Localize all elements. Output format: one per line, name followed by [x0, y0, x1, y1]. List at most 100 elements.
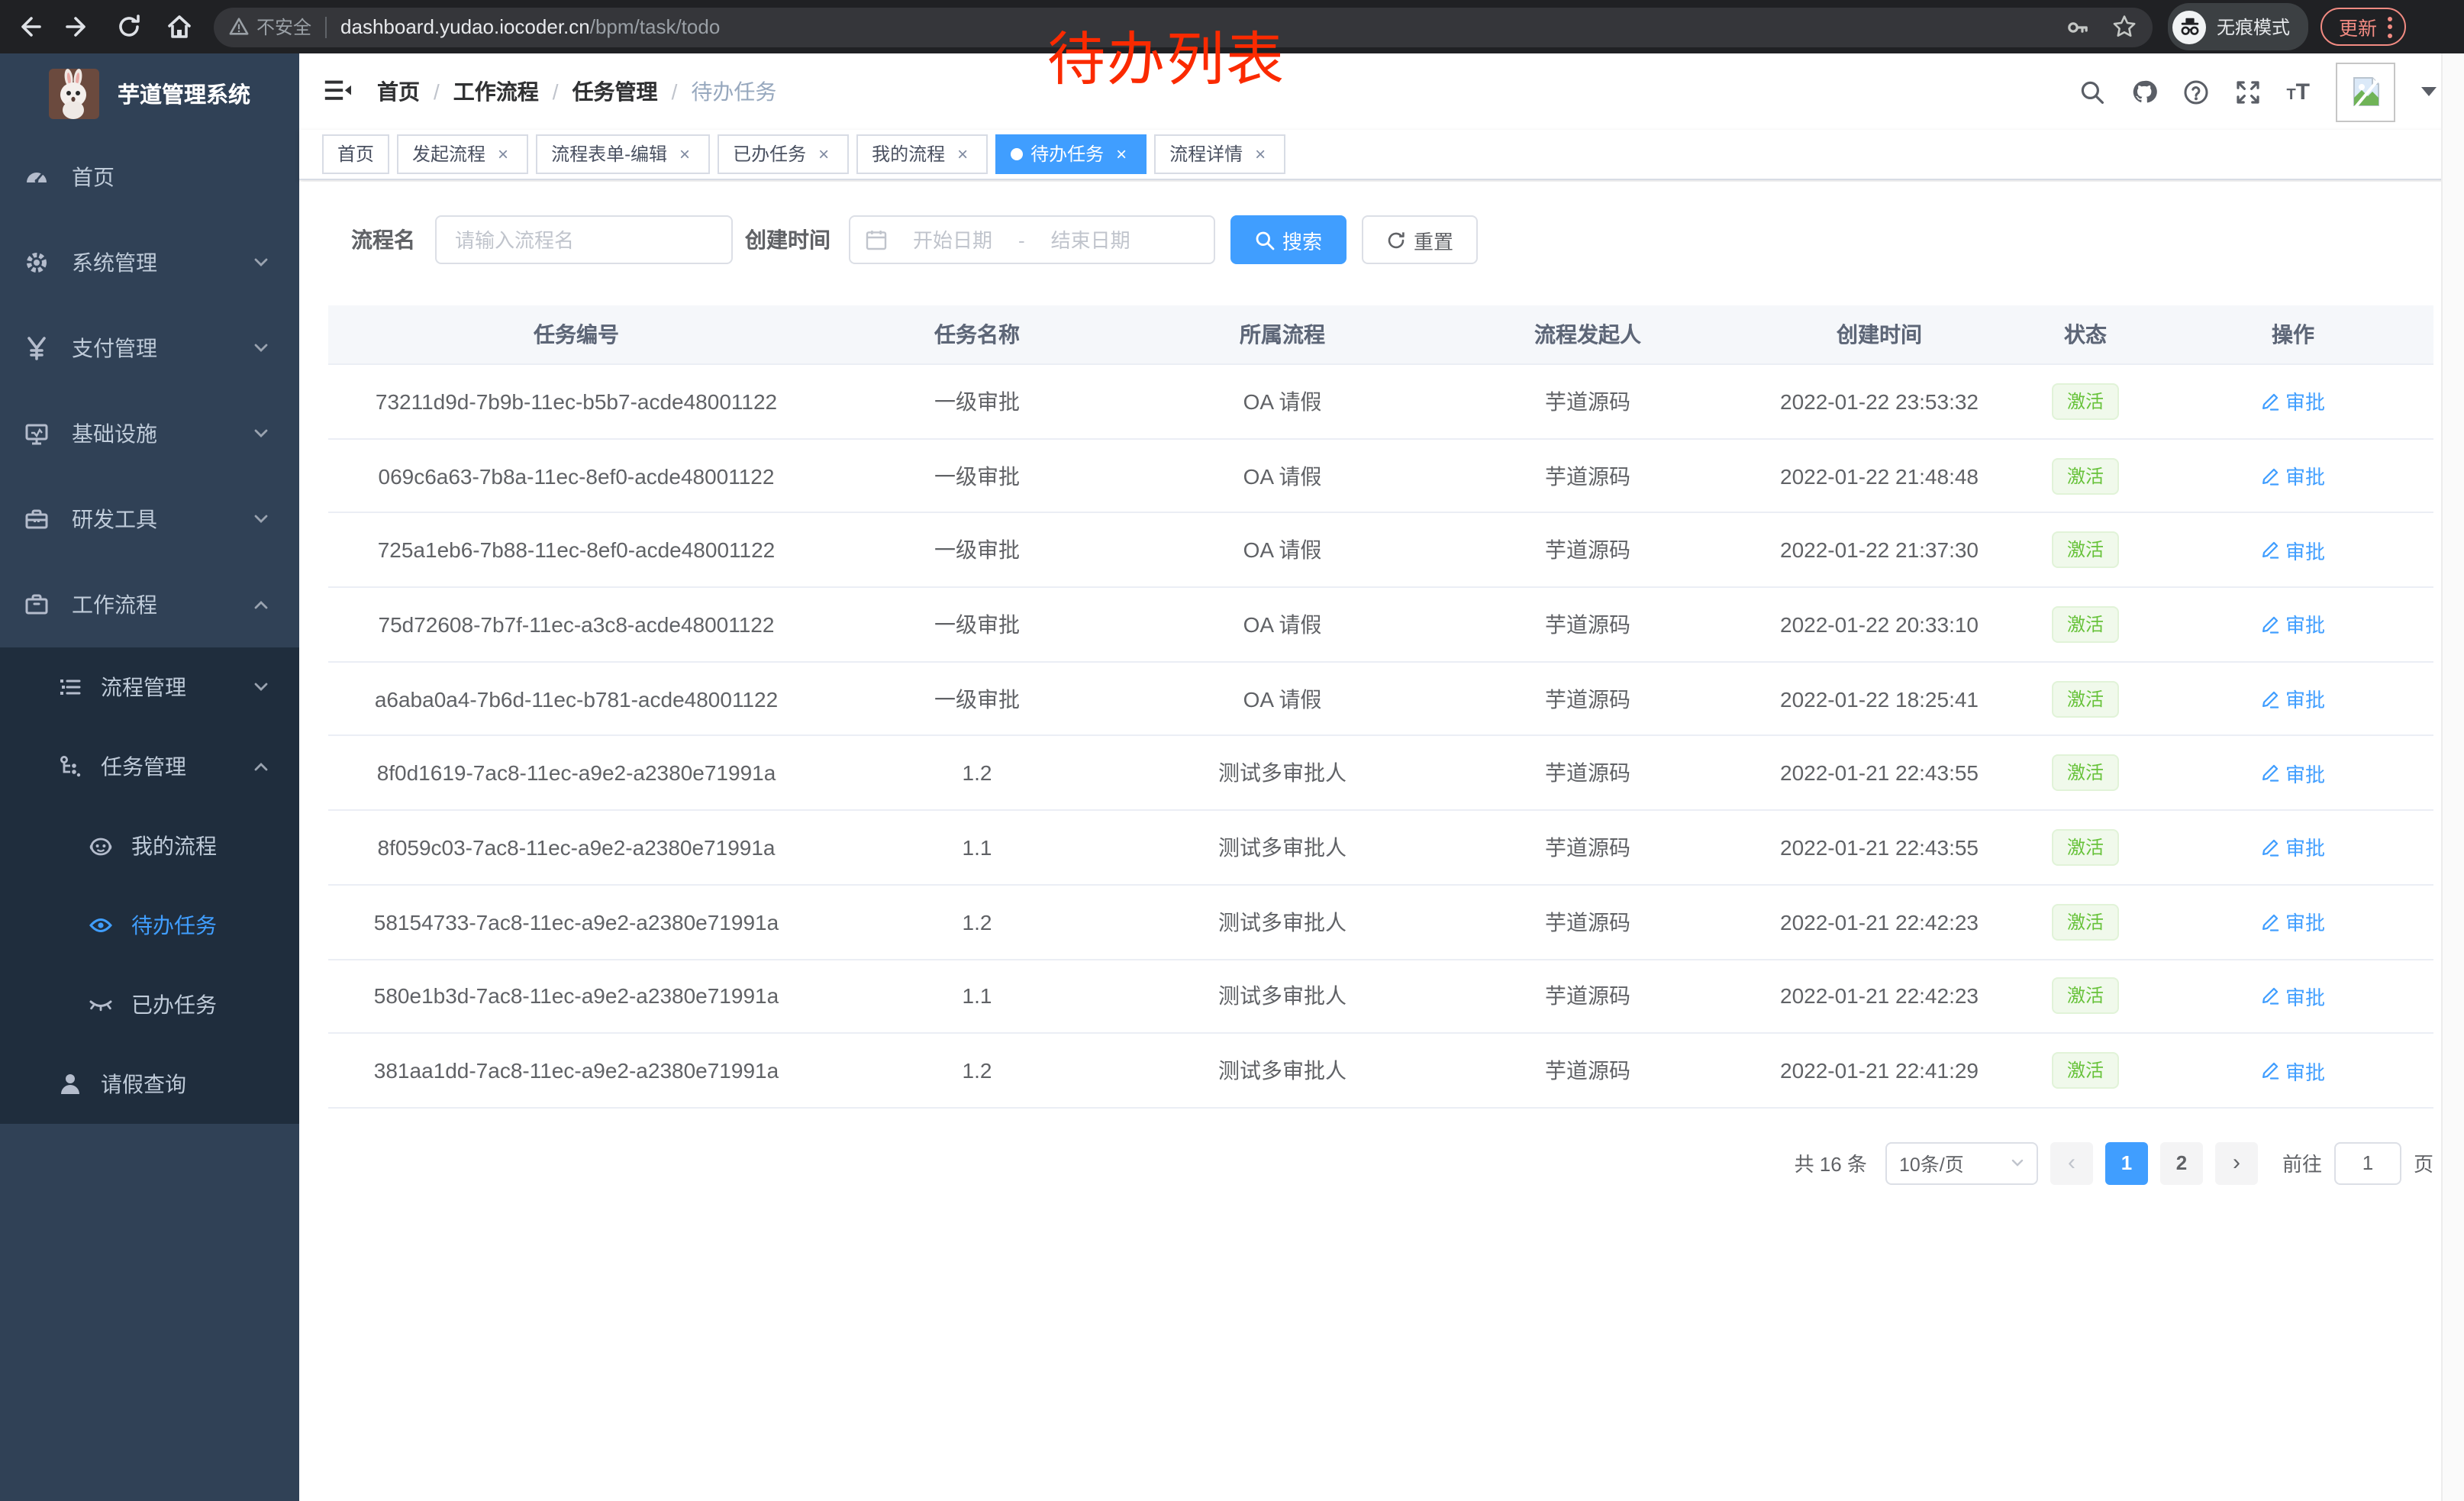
- sidebar-item-label: 我的流程: [131, 831, 217, 861]
- sidebar-item-workflow[interactable]: 工作流程: [0, 562, 299, 647]
- fullscreen-icon[interactable]: [2234, 79, 2260, 105]
- avatar[interactable]: [2336, 62, 2395, 121]
- approve-link[interactable]: 审批: [2261, 684, 2325, 713]
- search-button-label: 搜索: [1282, 225, 1322, 254]
- sidebar-item-payment[interactable]: 支付管理: [0, 305, 299, 391]
- tab-done-tasks[interactable]: 已办任务×: [718, 134, 849, 174]
- breadcrumb-task-management[interactable]: 任务管理: [572, 76, 658, 107]
- approve-link[interactable]: 审批: [2261, 1056, 2325, 1085]
- sidebar-item-todo-tasks[interactable]: 待办任务: [0, 886, 299, 965]
- sidebar-item-system[interactable]: 系统管理: [0, 220, 299, 305]
- approve-link[interactable]: 审批: [2261, 610, 2325, 639]
- sidebar-item-dev-tools[interactable]: 研发工具: [0, 476, 299, 562]
- github-icon[interactable]: [2130, 79, 2156, 105]
- close-icon[interactable]: ×: [814, 144, 834, 164]
- page-button-2[interactable]: 2: [2160, 1142, 2203, 1185]
- edit-icon: [2261, 689, 2279, 708]
- chevron-up-icon: [253, 759, 269, 774]
- close-icon[interactable]: ×: [493, 144, 513, 164]
- search-icon[interactable]: [2079, 79, 2104, 105]
- bookmark-star-icon[interactable]: [2111, 14, 2137, 40]
- reload-icon[interactable]: [116, 14, 142, 40]
- approve-link[interactable]: 审批: [2261, 759, 2325, 788]
- cell-initiator: 芋道源码: [1435, 386, 1740, 417]
- sidebar-item-leave-query[interactable]: 请假查询: [0, 1044, 299, 1124]
- chevron-down-icon: [253, 426, 269, 441]
- cell-process: 测试多审批人: [1130, 758, 1435, 789]
- cell-initiator: 芋道源码: [1435, 534, 1740, 565]
- sidebar-item-my-process[interactable]: 我的流程: [0, 806, 299, 886]
- tab-my-process[interactable]: 我的流程×: [856, 134, 988, 174]
- reset-button[interactable]: 重置: [1362, 215, 1478, 264]
- cell-actions: 审批: [2153, 1056, 2433, 1085]
- cell-created-time: 2022-01-22 20:33:10: [1740, 612, 2018, 637]
- cell-task-id: 381aa1dd-7ac8-11ec-a9e2-a2380e71991a: [328, 1058, 824, 1083]
- sidebar-item-process-management[interactable]: 流程管理: [0, 647, 299, 727]
- back-icon[interactable]: [15, 14, 41, 40]
- app-logo-row[interactable]: 芋道管理系统: [0, 53, 299, 134]
- help-icon[interactable]: [2182, 79, 2208, 105]
- cell-actions: 审批: [2153, 759, 2433, 788]
- close-icon[interactable]: ×: [1250, 144, 1270, 164]
- close-icon[interactable]: ×: [1111, 144, 1131, 164]
- search-icon: [1255, 230, 1275, 250]
- key-icon[interactable]: [2066, 15, 2090, 39]
- cell-actions: 审批: [2153, 535, 2433, 564]
- approve-link[interactable]: 审批: [2261, 461, 2325, 490]
- app-logo: [49, 69, 99, 119]
- tab-todo-tasks[interactable]: 待办任务 ×: [995, 134, 1147, 174]
- next-page-button[interactable]: ›: [2215, 1142, 2258, 1185]
- close-icon[interactable]: ×: [675, 144, 695, 164]
- cell-initiator: 芋道源码: [1435, 609, 1740, 640]
- search-button[interactable]: 搜索: [1230, 215, 1346, 264]
- sidebar-item-infrastructure[interactable]: 基础设施: [0, 391, 299, 476]
- not-secure-badge[interactable]: 不安全: [229, 14, 311, 40]
- approve-link[interactable]: 审批: [2261, 982, 2325, 1011]
- process-name-input[interactable]: [435, 215, 733, 264]
- approve-link[interactable]: 审批: [2261, 907, 2325, 936]
- tab-start-process[interactable]: 发起流程×: [397, 134, 528, 174]
- cell-actions: 审批: [2153, 684, 2433, 713]
- close-icon[interactable]: ×: [953, 144, 972, 164]
- page-size-select[interactable]: 10条/页: [1885, 1142, 2038, 1185]
- home-icon[interactable]: [166, 14, 192, 40]
- approve-link[interactable]: 审批: [2261, 387, 2325, 416]
- approve-link[interactable]: 审批: [2261, 535, 2325, 564]
- sidebar-item-home[interactable]: 首页: [0, 134, 299, 220]
- workflow-submenu: 流程管理 任务管理 我的流程 待办任务 已办任务 请假: [0, 647, 299, 1124]
- start-date-input[interactable]: [896, 228, 1009, 251]
- status-badge: 激活: [2052, 531, 2119, 568]
- page-scrollbar[interactable]: [2441, 53, 2464, 1501]
- edit-icon: [2261, 466, 2279, 485]
- url-text: dashboard.yudao.iocoder.cn/bpm/task/todo: [340, 15, 720, 38]
- column-header: 状态: [2018, 319, 2153, 350]
- sidebar-collapse-icon[interactable]: [324, 78, 351, 105]
- tab-label: 待办任务: [1030, 136, 1104, 173]
- breadcrumb-separator: /: [434, 79, 440, 104]
- table-row: 73211d9d-7b9b-11ec-b5b7-acde48001122 一级审…: [328, 365, 2433, 439]
- tab-home[interactable]: 首页: [322, 134, 389, 174]
- edit-icon: [2261, 615, 2279, 634]
- avatar-dropdown-icon[interactable]: [2421, 87, 2437, 96]
- font-size-icon[interactable]: TT: [2286, 80, 2310, 103]
- date-range-picker[interactable]: -: [849, 215, 1215, 264]
- page-button-1[interactable]: 1: [2105, 1142, 2148, 1185]
- browser-menu-icon[interactable]: [2388, 16, 2392, 37]
- create-time-label: 创建时间: [745, 224, 830, 255]
- sidebar-item-done-tasks[interactable]: 已办任务: [0, 965, 299, 1044]
- prev-page-button[interactable]: ‹: [2050, 1142, 2093, 1185]
- end-date-input[interactable]: [1034, 228, 1147, 251]
- cell-task-name: 一级审批: [824, 386, 1130, 417]
- breadcrumb-home[interactable]: 首页: [377, 76, 420, 107]
- update-menu-button[interactable]: 更新: [2320, 8, 2406, 46]
- forward-icon[interactable]: [66, 14, 92, 40]
- cell-status: 激活: [2018, 383, 2153, 420]
- tab-process-detail[interactable]: 流程详情×: [1154, 134, 1285, 174]
- cell-process: OA 请假: [1130, 460, 1435, 491]
- cell-process: 测试多审批人: [1130, 981, 1435, 1012]
- tab-process-form-edit[interactable]: 流程表单-编辑×: [536, 134, 710, 174]
- breadcrumb-workflow[interactable]: 工作流程: [453, 76, 539, 107]
- goto-page-input[interactable]: [2334, 1142, 2401, 1185]
- approve-link[interactable]: 审批: [2261, 833, 2325, 862]
- sidebar-item-task-management[interactable]: 任务管理: [0, 727, 299, 806]
